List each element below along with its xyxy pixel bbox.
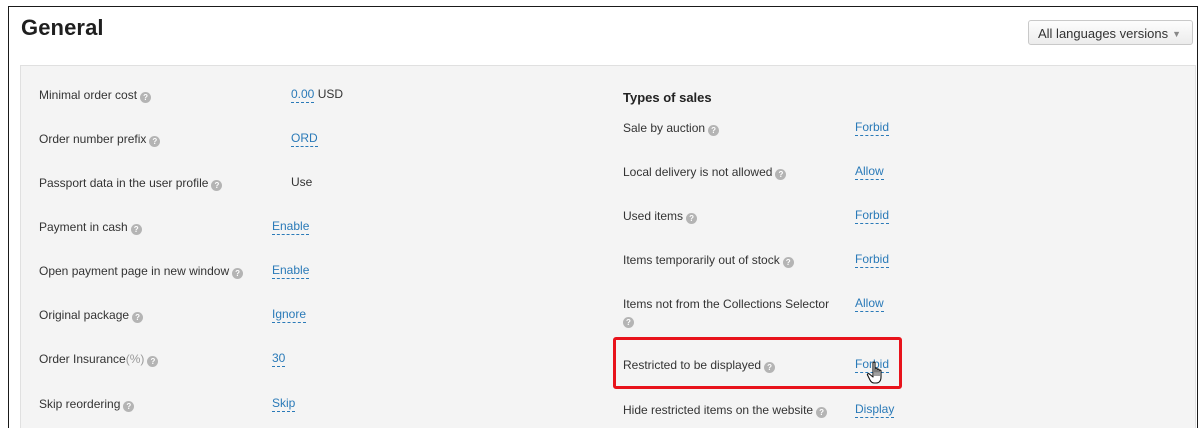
used-items-link[interactable]: Forbid bbox=[855, 208, 890, 224]
help-icon[interactable]: ? bbox=[782, 257, 794, 268]
setting-value-skip-reordering: Skip bbox=[272, 396, 296, 412]
sales-value-collections-selector: Allow bbox=[855, 296, 884, 312]
help-icon[interactable]: ? bbox=[149, 136, 161, 147]
sales-label-used-items: Used items? bbox=[623, 209, 698, 224]
setting-value-open-payment-page: Enable bbox=[272, 263, 310, 279]
skip-reordering-link[interactable]: Skip bbox=[272, 396, 296, 412]
highlight-box bbox=[613, 337, 902, 389]
sale-by-auction-link[interactable]: Forbid bbox=[855, 120, 890, 136]
setting-label-open-payment-page: Open payment page in new window? bbox=[39, 264, 244, 279]
help-icon[interactable]: ? bbox=[708, 125, 720, 136]
page-title: General bbox=[21, 15, 104, 40]
setting-label-order-insurance: Order Insurance(%)? bbox=[39, 352, 159, 367]
sales-label-sale-by-auction: Sale by auction? bbox=[623, 121, 720, 136]
help-icon[interactable]: ? bbox=[816, 407, 828, 418]
help-icon[interactable]: ? bbox=[232, 268, 244, 279]
original-package-link[interactable]: Ignore bbox=[272, 307, 307, 323]
sales-label-collections-selector: Items not from the Collections Selector bbox=[623, 297, 830, 311]
sales-value-out-of-stock: Forbid bbox=[855, 252, 890, 268]
sales-value-local-delivery: Allow bbox=[855, 164, 884, 180]
local-delivery-link[interactable]: Allow bbox=[855, 164, 884, 180]
payment-in-cash-link[interactable]: Enable bbox=[272, 219, 310, 235]
all-languages-label: All languages versions bbox=[1038, 26, 1169, 41]
setting-label-passport-data: Passport data in the user profile? bbox=[39, 176, 223, 191]
hand-cursor-icon bbox=[866, 361, 882, 384]
help-icon[interactable]: ? bbox=[686, 213, 698, 224]
chevron-down-icon: ▼ bbox=[1172, 29, 1181, 39]
setting-value-payment-in-cash: Enable bbox=[272, 219, 310, 235]
sales-label-local-delivery: Local delivery is not allowed? bbox=[623, 165, 787, 180]
currency-unit: USD bbox=[317, 87, 344, 101]
setting-value-original-package: Ignore bbox=[272, 307, 307, 323]
setting-label-order-number-prefix: Order number prefix? bbox=[39, 132, 161, 147]
setting-value-order-number-prefix: ORD bbox=[291, 131, 318, 147]
setting-label-payment-in-cash: Payment in cash? bbox=[39, 220, 142, 235]
open-payment-page-link[interactable]: Enable bbox=[272, 263, 310, 279]
help-icon[interactable]: ? bbox=[147, 356, 159, 367]
sales-value-sale-by-auction: Forbid bbox=[855, 120, 890, 136]
out-of-stock-link[interactable]: Forbid bbox=[855, 252, 890, 268]
order-number-prefix-link[interactable]: ORD bbox=[291, 131, 318, 147]
all-languages-button[interactable]: All languages versions ▼ bbox=[1028, 20, 1193, 45]
general-settings-panel bbox=[20, 65, 1196, 428]
hide-restricted-link[interactable]: Display bbox=[855, 402, 895, 418]
help-icon[interactable]: ? bbox=[623, 317, 634, 328]
sales-value-used-items: Forbid bbox=[855, 208, 890, 224]
setting-value-passport-data: Use bbox=[291, 175, 313, 189]
setting-label-original-package: Original package? bbox=[39, 308, 144, 323]
minimal-order-cost-link[interactable]: 0.00 bbox=[291, 87, 315, 103]
help-icon[interactable]: ? bbox=[130, 224, 142, 235]
setting-value-order-insurance: 30 bbox=[272, 351, 286, 367]
setting-label-minimal-order-cost: Minimal order cost? bbox=[39, 88, 152, 103]
help-icon[interactable]: ? bbox=[140, 92, 152, 103]
setting-label-skip-reordering: Skip reordering? bbox=[39, 397, 135, 412]
help-icon[interactable]: ? bbox=[132, 312, 144, 323]
help-icon[interactable]: ? bbox=[211, 180, 223, 191]
collections-selector-link[interactable]: Allow bbox=[855, 296, 884, 312]
help-icon[interactable]: ? bbox=[123, 401, 135, 412]
help-icon[interactable]: ? bbox=[775, 169, 787, 180]
sales-label-hide-restricted: Hide restricted items on the website? bbox=[623, 403, 828, 418]
sales-label-out-of-stock: Items temporarily out of stock? bbox=[623, 253, 794, 268]
setting-value-minimal-order-cost: 0.00 USD bbox=[291, 87, 344, 103]
order-insurance-link[interactable]: 30 bbox=[272, 351, 286, 367]
sales-value-hide-restricted: Display bbox=[855, 402, 895, 418]
types-of-sales-title: Types of sales bbox=[623, 90, 712, 105]
